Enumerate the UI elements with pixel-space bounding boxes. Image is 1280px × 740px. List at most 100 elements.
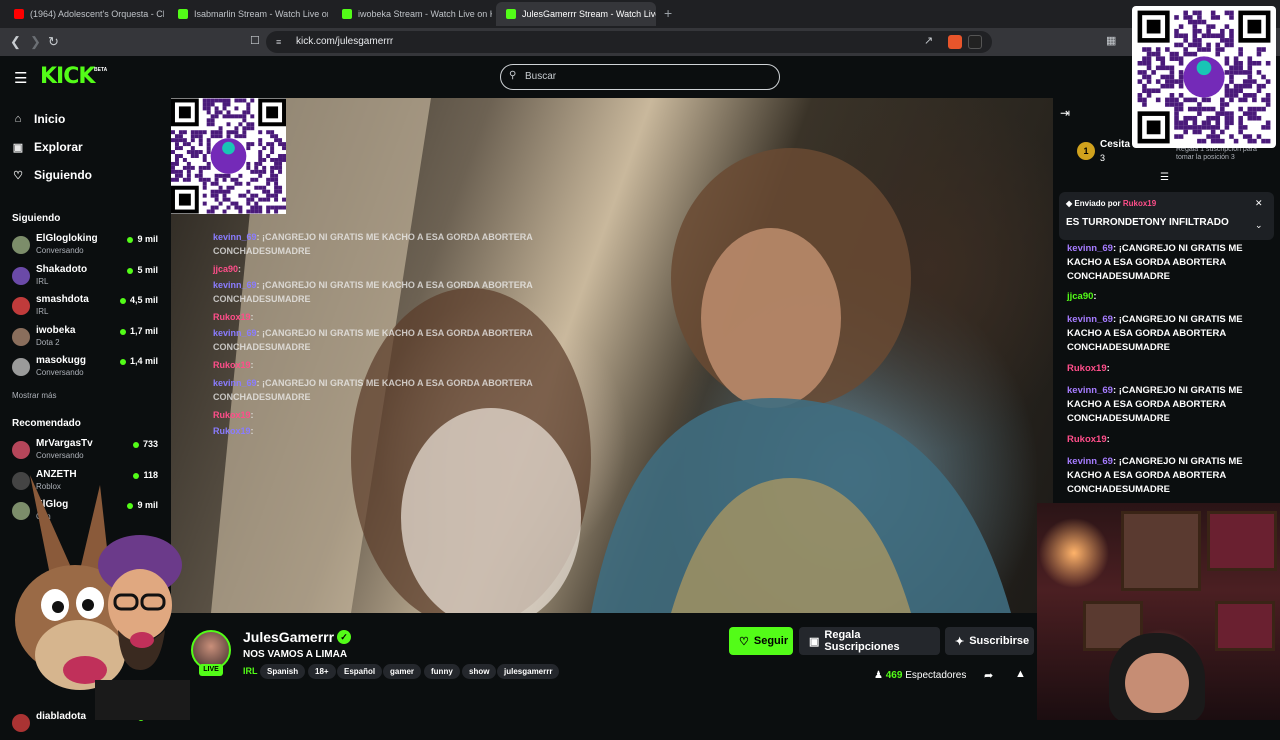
new-tab-button[interactable]: + xyxy=(664,5,672,21)
overlay-chat-line: CONCHADESUMADRE xyxy=(213,342,311,352)
follow-button[interactable]: ♡ Seguir xyxy=(729,627,793,655)
viewer-count: 5 mil xyxy=(127,265,158,275)
stream-title: NOS VAMOS A LIMAA xyxy=(243,649,348,660)
url-field[interactable]: kick.com/julesgamerrr xyxy=(266,31,992,53)
leaderboard-rank: 1 xyxy=(1077,142,1095,160)
channel-name: iwobeka xyxy=(36,325,76,336)
pinned-text: ES TURRONDETONY INFILTRADO xyxy=(1066,217,1229,228)
channel-item[interactable]: masokugg Conversando 1,4 mil xyxy=(12,354,162,384)
stream-tag[interactable]: julesgamerrr xyxy=(497,664,560,679)
channel-item[interactable]: ElGlogloking Conversando 9 mil xyxy=(12,232,162,262)
stream-tag[interactable]: funny xyxy=(424,664,460,679)
overlay-chat-text: : ¡CANGREJO NI GRATIS ME KACHO A ESA GOR… xyxy=(256,280,533,290)
filter-icon[interactable]: ☰ xyxy=(1160,172,1169,183)
stream-category-link[interactable]: IRL xyxy=(243,666,258,676)
collapse-chat-icon[interactable]: ⇥ xyxy=(1060,106,1070,120)
chat-text: : xyxy=(1093,291,1097,302)
stream-tag[interactable]: Spanish xyxy=(260,664,306,679)
search-icon: ⚲ xyxy=(509,70,517,81)
avatar xyxy=(12,328,30,346)
chat-username[interactable]: Rukox19 xyxy=(1067,434,1107,445)
viewer-count: 733 xyxy=(133,439,158,449)
browser-tab[interactable]: iwobeka Stream - Watch Live on Kick xyxy=(332,2,492,26)
back-icon[interactable]: ❮ xyxy=(10,34,21,50)
stream-tag[interactable]: show xyxy=(462,664,497,679)
video-player[interactable]: kevinn_69: ¡CANGREJO NI GRATIS ME KACHO … xyxy=(171,98,1053,613)
unpin-icon[interactable]: ✕ xyxy=(1255,198,1263,209)
donkey-mascot-overlay xyxy=(15,475,190,720)
nav-inicio[interactable]: ⌂ Inicio xyxy=(12,112,66,126)
stream-tag[interactable]: Español xyxy=(337,664,383,679)
wall-picture xyxy=(1207,511,1277,571)
reload-icon[interactable]: ↻ xyxy=(48,34,59,50)
overlay-chat-text: CONCHADESUMADRE xyxy=(213,294,311,304)
overlay-chat-line: jjca90: xyxy=(213,264,241,274)
nav-siguiendo[interactable]: ♡ Siguiendo xyxy=(12,168,92,182)
gift-label: Regala Suscripciones xyxy=(824,629,900,653)
overlay-chat-user: kevinn_69 xyxy=(213,280,257,290)
chat-username[interactable]: kevinn_69 xyxy=(1067,243,1113,254)
search-input[interactable]: Buscar xyxy=(500,64,780,90)
site-header: ☰ KICK BETA Buscar ⚲ xyxy=(0,56,1280,98)
subscribe-button[interactable]: ✦ Suscribirse xyxy=(945,627,1034,655)
viewer-count: 1,7 mil xyxy=(120,326,158,336)
share-page-icon[interactable]: ↗ xyxy=(924,34,933,47)
nav-explorar[interactable]: ▣ Explorar xyxy=(12,140,83,154)
nav-label: Siguiendo xyxy=(34,168,92,182)
stream-tag[interactable]: gamer xyxy=(383,664,422,679)
person-face xyxy=(1125,653,1189,713)
brave-shield-icon[interactable] xyxy=(948,35,962,49)
home-icon: ⌂ xyxy=(14,113,22,125)
rewards-icon[interactable] xyxy=(968,35,982,49)
channel-item[interactable]: Shakadoto IRL 5 mil xyxy=(12,263,162,293)
sidebar-toggle-icon[interactable]: ▦ xyxy=(1106,34,1116,47)
overlay-chat-line: Rukox19: xyxy=(213,426,254,436)
channel-name: masokugg xyxy=(36,355,87,366)
gift-subs-button[interactable]: ▣ Regala Suscripciones xyxy=(799,627,940,655)
qr-pattern xyxy=(1137,10,1271,144)
forward-icon[interactable]: ❯ xyxy=(30,34,41,50)
bookmark-icon[interactable]: ☐ xyxy=(250,34,260,47)
stream-tag[interactable]: 18+ xyxy=(308,664,336,679)
menu-icon[interactable]: ☰ xyxy=(14,69,27,87)
chat-username[interactable]: kevinn_69 xyxy=(1067,456,1113,467)
site-info-icon[interactable]: ≡ xyxy=(276,37,281,47)
chat-username[interactable]: kevinn_69 xyxy=(1067,314,1113,325)
share-icon[interactable]: ➦ xyxy=(984,669,993,682)
avatar xyxy=(12,267,30,285)
overlay-chat-line: CONCHADESUMADRE xyxy=(213,294,311,304)
overlay-chat-text: : ¡CANGREJO NI GRATIS ME KACHO A ESA GOR… xyxy=(256,328,533,338)
chat-username[interactable]: jjca90 xyxy=(1067,291,1093,302)
chevron-down-icon[interactable]: ⌄ xyxy=(1255,220,1263,231)
subscribe-label: Suscribirse xyxy=(969,635,1030,647)
chat-text: : xyxy=(1106,363,1110,374)
chat-username[interactable]: kevinn_69 xyxy=(1067,385,1113,396)
pinned-user[interactable]: Rukox19 xyxy=(1123,199,1156,208)
channel-item[interactable]: smashdota IRL 4,5 mil xyxy=(12,293,162,323)
viewer-counter: ♟ 469 Espectadores xyxy=(874,670,966,681)
tab-title: Isabmarlin Stream - Watch Live on Ki xyxy=(194,9,328,19)
show-more-link[interactable]: Mostrar más xyxy=(12,391,56,400)
heart-icon: ♡ xyxy=(739,635,749,648)
overlay-chat-text: : xyxy=(250,360,254,370)
overlay-chat-user: Rukox19 xyxy=(213,312,251,322)
chat-message: kevinn_69: ¡CANGREJO NI GRATIS ME KACHO … xyxy=(1067,455,1267,497)
browser-tab[interactable]: Isabmarlin Stream - Watch Live on Ki xyxy=(168,2,328,26)
channel-name: ElGlogloking xyxy=(36,233,98,244)
kick-logo[interactable]: KICK xyxy=(40,64,95,89)
overlay-chat-line: Rukox19: xyxy=(213,312,254,322)
channel-name: MrVargasTv xyxy=(36,438,93,449)
chat-username[interactable]: Rukox19 xyxy=(1067,363,1107,374)
wall-picture xyxy=(1121,511,1201,591)
leaderboard-user[interactable]: Cesita xyxy=(1100,139,1130,150)
verified-icon: ✓ xyxy=(337,630,351,644)
browser-tab[interactable]: (1964) Adolescent's Orquesta - Clase xyxy=(4,2,164,26)
pinned-by: ◆ Enviado por Rukox19 xyxy=(1066,199,1156,208)
report-icon[interactable]: ▲ xyxy=(1015,668,1026,680)
streamer-name[interactable]: JulesGamerrr xyxy=(243,629,334,645)
follow-label: Seguir xyxy=(753,635,789,647)
channel-item[interactable]: iwobeka Dota 2 1,7 mil xyxy=(12,324,162,354)
browser-tab-active[interactable]: JulesGamerrr Stream - Watch Live ✕ xyxy=(496,2,656,26)
yape-qr-code xyxy=(171,98,286,214)
star-icon: ✦ xyxy=(955,635,965,648)
